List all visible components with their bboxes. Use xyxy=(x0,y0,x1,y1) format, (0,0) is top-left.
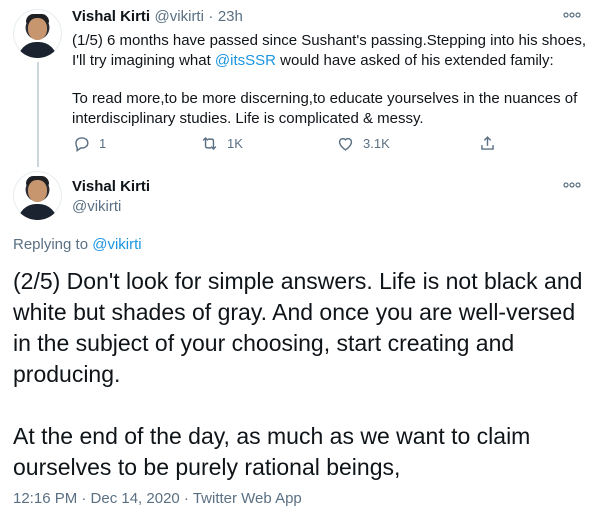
tweet2-line1: (2/5) Don't look for simple answers. Lif… xyxy=(13,268,583,294)
avatar-body xyxy=(18,42,57,58)
tweet1-text: (1/5) 6 months have passed since Sushant… xyxy=(72,31,587,129)
avatar-body xyxy=(18,204,57,220)
avatar[interactable] xyxy=(13,9,62,58)
tweet-time[interactable]: 23h xyxy=(218,8,243,25)
replying-to-label: Replying to xyxy=(13,236,89,253)
more-dots-icon[interactable] xyxy=(563,180,581,192)
tweet-timestamp[interactable]: 12:16 PM · Dec 14, 2020 · Twitter Web Ap… xyxy=(13,490,302,507)
retweet-count: 1K xyxy=(227,136,243,151)
reply-icon xyxy=(75,137,89,153)
author-handle[interactable]: @vikirti xyxy=(72,198,121,215)
avatar-face xyxy=(28,180,47,202)
separator: · xyxy=(208,8,214,25)
tweet1-header: Vishal Kirti @vikirti · 23h xyxy=(72,8,243,26)
tweet2-line2: white but shades of gray. And once you a… xyxy=(13,299,576,325)
reply-button[interactable]: 1 xyxy=(72,134,106,153)
avatar-face xyxy=(28,18,47,40)
replying-to: Replying to @vikirti xyxy=(13,236,142,253)
like-button[interactable]: 3.1K xyxy=(336,134,390,153)
tweet1-para2-line1: To read more,to be more discerning,to ed… xyxy=(72,90,578,107)
author-name[interactable]: Vishal Kirti xyxy=(72,178,150,195)
tweet1-para2-line2: interdisciplinary studies. Life is compl… xyxy=(72,110,424,127)
share-icon xyxy=(481,136,494,150)
author-name[interactable]: Vishal Kirti xyxy=(72,8,150,25)
tweet1-line2-before: I'll try imagining what xyxy=(72,52,215,69)
more-dots-icon[interactable] xyxy=(563,10,581,22)
tweet2-line6: ourselves to be purely rational beings, xyxy=(13,454,401,480)
reply-count: 1 xyxy=(99,136,107,151)
like-count: 3.1K xyxy=(363,136,390,151)
tweet1-line2: I'll try imagining what @itsSSR would ha… xyxy=(72,51,587,71)
share-button[interactable] xyxy=(478,134,497,153)
heart-icon xyxy=(338,137,353,151)
more-dots-icon-glyph xyxy=(563,12,581,18)
tweet2-text: (2/5) Don't look for simple answers. Lif… xyxy=(13,266,591,483)
retweet-button[interactable]: 1K xyxy=(200,134,243,153)
tweet1-line2-after: would have asked of his extended family: xyxy=(276,52,554,69)
more-dots-icon-glyph xyxy=(563,182,581,188)
tweet2-line3: in the subject of your choosing, start c… xyxy=(13,330,515,356)
tweet2-line5: At the end of the day, as much as we wan… xyxy=(13,423,531,449)
mention-link[interactable]: @itsSSR xyxy=(215,52,276,69)
thread-line xyxy=(37,62,39,167)
replying-to-handle[interactable]: @vikirti xyxy=(92,236,141,253)
tweet2-line4: producing. xyxy=(13,361,121,387)
author-handle[interactable]: @vikirti xyxy=(155,8,204,25)
avatar[interactable] xyxy=(13,171,62,220)
retweet-icon xyxy=(202,136,217,151)
tweet1-line1: (1/5) 6 months have passed since Sushant… xyxy=(72,32,587,49)
